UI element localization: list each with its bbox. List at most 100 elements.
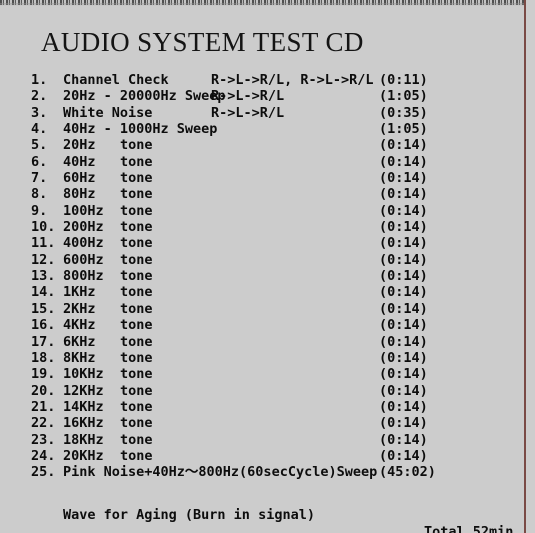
footer-total-duration: Total 52min (424, 524, 514, 533)
track-signal-type: tone (120, 268, 153, 285)
track-row: 12. 600Hz tone (0:14) (0, 252, 524, 268)
track-row: 15. 2KHz tone (0:14) (0, 301, 524, 317)
track-duration: (0:14) (379, 137, 428, 154)
track-row: 14. 1KHz tone (0:14) (0, 284, 524, 300)
track-signal-type: tone (120, 235, 153, 252)
track-signal-type: tone (120, 317, 153, 334)
track-number: 17. (31, 333, 56, 350)
track-signal-type: tone (120, 415, 153, 432)
track-number: 10. (31, 219, 56, 236)
track-number: 19. (31, 366, 56, 383)
track-duration: (0:14) (379, 202, 428, 219)
track-number: 2. (31, 88, 48, 105)
track-number: 12. (31, 251, 56, 268)
track-name: Channel Check (63, 72, 169, 88)
track-duration: (0:14) (379, 284, 428, 301)
track-row: 18. 8KHz tone (0:14) (0, 350, 524, 366)
track-signal-type: tone (120, 333, 153, 350)
track-signal-type: tone (120, 398, 153, 415)
track-signal-type: tone (120, 251, 153, 268)
track-name: 40Hz - 1000Hz Sweep (63, 121, 218, 138)
track-name: 12KHz (63, 382, 104, 399)
track-row: 11. 400Hz tone (0:14) (0, 235, 524, 251)
track-signal-type: tone (120, 366, 153, 383)
track-signal-type: tone (120, 349, 153, 366)
track-number: 14. (31, 284, 56, 301)
top-edge-shadow (0, 3, 535, 6)
track-signal-type: tone (120, 219, 153, 236)
track-name: 20Hz - 20000Hz Sweep (63, 88, 226, 105)
track-detail: R->L->R/L, R->L->R/L (211, 72, 374, 88)
track-detail: R->L->R/L (211, 88, 285, 105)
footer-row: Wave for Aging (Burn in signal) Total 52… (0, 490, 524, 533)
track-name: 2KHz (63, 300, 96, 317)
track-row: 10. 200Hz tone (0:14) (0, 219, 524, 235)
track-number: 23. (31, 431, 56, 448)
track-name: 8KHz (63, 349, 96, 366)
track-row: 20. 12KHz tone (0:14) (0, 383, 524, 399)
track-name: 100Hz (63, 202, 104, 219)
track-name: 10KHz (63, 366, 104, 383)
track-name: 60Hz (63, 170, 96, 187)
track-row: 19. 10KHz tone (0:14) (0, 366, 524, 382)
track-number: 16. (31, 317, 56, 334)
track-row: 2. 20Hz - 20000Hz Sweep R->L->R/L (1:05) (0, 88, 524, 104)
track-duration: (0:35) (379, 104, 428, 121)
track-signal-type: tone (120, 284, 153, 301)
track-signal-type: tone (120, 137, 153, 154)
track-duration: (0:14) (379, 398, 428, 415)
track-duration: (1:05) (379, 88, 428, 105)
track-signal-type: tone (120, 300, 153, 317)
footer-note: Wave for Aging (Burn in signal) (63, 507, 315, 523)
track-number: 13. (31, 268, 56, 285)
track-name: 18KHz (63, 431, 104, 448)
track-duration: (0:14) (379, 153, 428, 170)
track-duration: (0:14) (379, 170, 428, 187)
track-duration: (0:14) (379, 268, 428, 285)
track-row: 13. 800Hz tone (0:14) (0, 268, 524, 284)
track-number: 15. (31, 300, 56, 317)
track-name: 16KHz (63, 415, 104, 432)
track-signal-type: tone (120, 431, 153, 448)
track-name: 4KHz (63, 317, 96, 334)
audio-test-cd-tracklist-page: AUDIO SYSTEM TEST CD 1. Channel Check R->L… (0, 0, 535, 533)
track-number: 18. (31, 349, 56, 366)
track-row: 6. 40Hz tone (0:14) (0, 154, 524, 170)
track-duration: (1:05) (379, 121, 428, 138)
track-name: White Noise (63, 104, 153, 121)
track-number: 1. (31, 72, 48, 88)
track-row: 3. White Noise R->L->R/L (0:35) (0, 105, 524, 121)
track-number: 5. (31, 137, 48, 154)
track-number: 24. (31, 447, 56, 464)
track-name: 80Hz (63, 186, 96, 203)
track-row: 25. Pink Noise+40Hz〜800Hz(60secCycle)Swee… (0, 464, 524, 480)
track-name: 800Hz (63, 268, 104, 285)
track-number: 22. (31, 415, 56, 432)
track-duration: (0:14) (379, 251, 428, 268)
track-name: 14KHz (63, 398, 104, 415)
track-number: 7. (31, 170, 48, 187)
track-number: 8. (31, 186, 48, 203)
track-name: 6KHz (63, 333, 96, 350)
track-row: 5. 20Hz tone (0:14) (0, 137, 524, 153)
track-row: 24. 20KHz tone (0:14) (0, 448, 524, 464)
track-duration: (0:14) (379, 349, 428, 366)
track-duration: (0:14) (379, 186, 428, 203)
track-name: 40Hz (63, 153, 96, 170)
track-row: 21. 14KHz tone (0:14) (0, 399, 524, 415)
track-detail: R->L->R/L (211, 104, 285, 121)
track-signal-type: tone (120, 170, 153, 187)
track-row: 4. 40Hz - 1000Hz Sweep (1:05) (0, 121, 524, 137)
track-number: 6. (31, 153, 48, 170)
track-name: 1KHz (63, 284, 96, 301)
track-row: 7. 60Hz tone (0:14) (0, 170, 524, 186)
track-row: 1. Channel Check R->L->R/L, R->L->R/L (0:11… (0, 72, 524, 88)
page-title: AUDIO SYSTEM TEST CD (41, 27, 364, 57)
track-number: 4. (31, 121, 48, 138)
track-duration: (0:14) (379, 219, 428, 236)
track-number: 21. (31, 398, 56, 415)
track-duration: (45:02) (379, 464, 436, 481)
track-duration: (0:14) (379, 366, 428, 383)
track-signal-type: tone (120, 153, 153, 170)
right-margin (526, 0, 535, 533)
